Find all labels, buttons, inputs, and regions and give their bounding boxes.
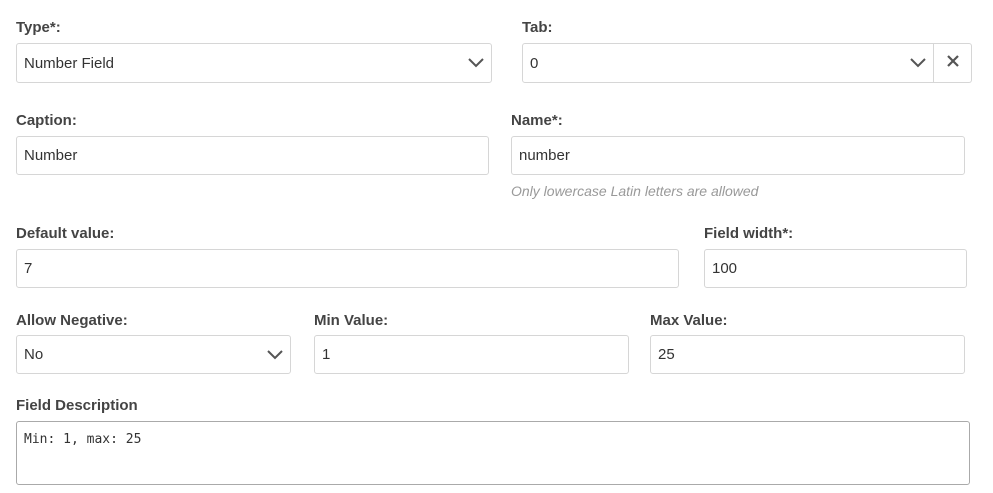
name-label: Name*: [511,112,563,129]
field-description-label: Field Description [16,397,138,414]
tab-select-value: 0 [530,54,539,72]
allow-negative-select-value: No [24,346,44,363]
max-value-input[interactable]: 25 [650,335,965,374]
name-input-value: number [519,147,570,164]
allow-negative-select[interactable]: No [16,335,291,374]
max-value-label: Max Value: [650,312,728,329]
field-description-textarea[interactable]: Min: 1, max: 25 [16,421,970,485]
chevron-down-icon [267,347,283,363]
tab-clear-button[interactable] [934,43,972,83]
name-input[interactable]: number [511,136,965,175]
chevron-down-icon [468,55,484,71]
type-select-value: Number Field [24,54,115,72]
field-description-value: Min: 1, max: 25 [24,432,142,447]
field-width-label: Field width*: [704,225,794,242]
min-value-label: Min Value: [314,312,389,329]
field-width-input-value: 100 [712,260,738,277]
tab-label: Tab: [522,19,553,36]
close-icon [946,54,959,72]
default-value-input-value: 7 [24,260,33,277]
chevron-down-icon [910,55,926,71]
allow-negative-label: Allow Negative: [16,312,128,329]
min-value-input[interactable]: 1 [314,335,629,374]
min-value-input-value: 1 [322,346,331,363]
name-hint: Only lowercase Latin letters are allowed [511,183,759,199]
type-select[interactable]: Number Field [16,43,492,83]
tab-select[interactable]: 0 [522,43,934,83]
caption-input-value: Number [24,147,78,164]
default-value-label: Default value: [16,225,115,242]
max-value-input-value: 25 [658,346,675,363]
default-value-input[interactable]: 7 [16,249,679,288]
type-label: Type*: [16,19,61,36]
caption-input[interactable]: Number [16,136,489,175]
field-width-input[interactable]: 100 [704,249,967,288]
caption-label: Caption: [16,112,77,129]
